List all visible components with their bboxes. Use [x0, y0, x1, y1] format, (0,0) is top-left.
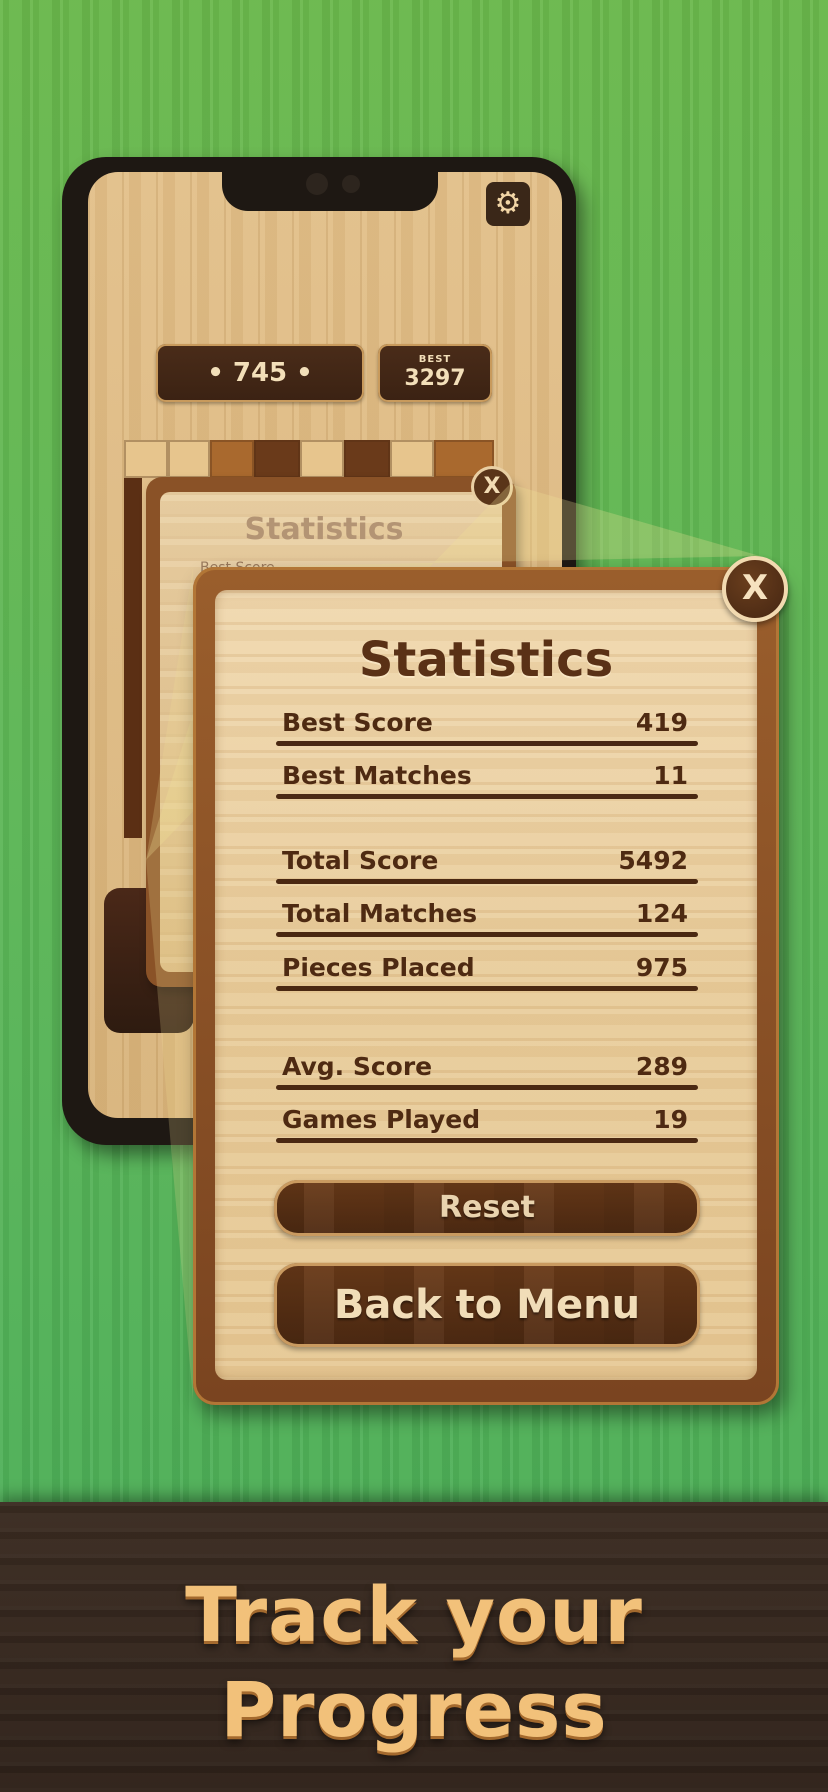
stat-label: Games Played [282, 1105, 481, 1134]
stat-label: Total Matches [282, 899, 478, 928]
stat-row-pieces-placed: Pieces Placed 975 [276, 951, 698, 991]
best-score-box: BEST 3297 [378, 344, 492, 402]
phone-notch [222, 157, 438, 211]
board-tile [210, 440, 254, 478]
stat-value: 419 [635, 708, 688, 737]
stat-divider [276, 794, 698, 799]
board-edge [124, 478, 142, 838]
stat-label: Avg. Score [282, 1052, 433, 1081]
best-value: 3297 [404, 366, 466, 391]
stat-row-games-played: Games Played 19 [276, 1103, 698, 1143]
stat-divider [276, 932, 698, 937]
close-button[interactable]: X [722, 556, 788, 622]
stat-value: 19 [653, 1105, 688, 1134]
stat-divider [276, 1138, 698, 1143]
stat-divider [276, 1085, 698, 1090]
stat-label: Best Matches [282, 761, 472, 790]
current-score: • 745 • [156, 344, 364, 402]
stat-row-total-score: Total Score 5492 [276, 844, 698, 884]
stat-label: Best Score [282, 708, 433, 737]
board-tile [168, 440, 210, 478]
stat-divider [276, 741, 698, 746]
stat-row-best-score: Best Score 419 [276, 706, 698, 746]
board-tile [344, 440, 390, 478]
stat-divider [276, 879, 698, 884]
stat-value: 11 [653, 761, 688, 790]
board-tile [300, 440, 344, 478]
board-tile [124, 440, 168, 478]
settings-button[interactable]: ⚙ [486, 182, 530, 226]
reset-button[interactable]: Reset [274, 1180, 700, 1236]
back-stats-title: Statistics [244, 512, 404, 547]
stat-row-best-matches: Best Matches 11 [276, 759, 698, 799]
stat-value: 975 [635, 953, 688, 982]
banner-headline-line2: Progress [220, 1665, 608, 1754]
stat-row-avg-score: Avg. Score 289 [276, 1050, 698, 1090]
banner-headline-line1: Track your [185, 1570, 643, 1659]
back-to-menu-button[interactable]: Back to Menu [274, 1263, 700, 1347]
back-close-button[interactable]: X [471, 466, 513, 508]
stat-divider [276, 986, 698, 991]
stat-value: 5492 [618, 846, 688, 875]
stat-label: Total Score [282, 846, 439, 875]
board-tile [254, 440, 300, 478]
board-tile [390, 440, 434, 478]
camera-icon [306, 173, 328, 195]
stat-label: Pieces Placed [282, 953, 475, 982]
best-label: BEST [418, 354, 452, 365]
stats-title: Statistics [358, 632, 614, 688]
stat-value: 289 [635, 1052, 688, 1081]
stat-row-total-matches: Total Matches 124 [276, 897, 698, 937]
stat-value: 124 [635, 899, 688, 928]
gear-icon: ⚙ [494, 186, 522, 221]
sensor-icon [342, 175, 360, 193]
